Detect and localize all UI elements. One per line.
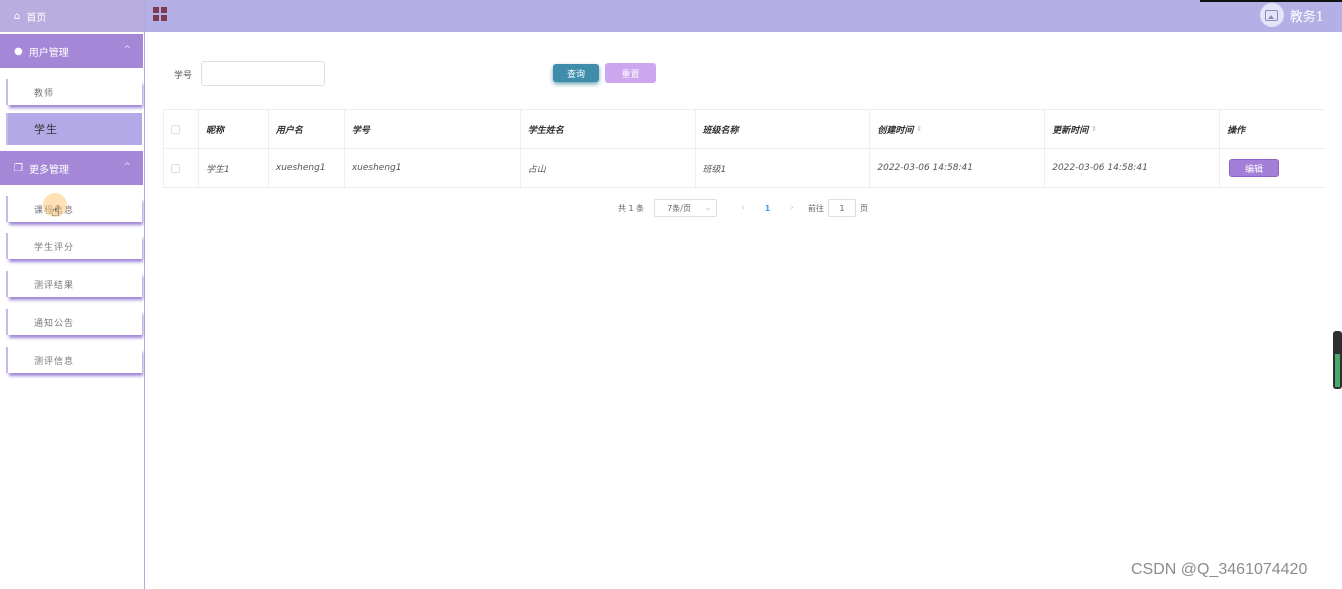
- sidebar-item-label: 学生: [34, 123, 58, 136]
- edit-button[interactable]: 编辑: [1229, 159, 1280, 177]
- sidebar-item-label: 教师: [34, 88, 55, 99]
- sidebar-item-eval-info[interactable]: 测评信息: [6, 347, 142, 373]
- sidebar-item-label: 通知公告: [34, 318, 75, 329]
- sidebar-group-more-management[interactable]: ❐ 更多管理 ^: [0, 151, 143, 185]
- sidebar-item-label: 测评结果: [34, 280, 75, 291]
- chevron-down-icon: ⌄: [704, 203, 712, 212]
- sidebar-group-label: 更多管理: [28, 164, 69, 176]
- page-unit-label: 页: [859, 203, 868, 213]
- student-no-input[interactable]: [201, 61, 325, 86]
- search-label: 学号: [174, 71, 193, 81]
- user-name: 教务1: [1289, 9, 1324, 25]
- column-header: 用户名: [269, 110, 345, 148]
- cell-class-name: 班级1: [696, 149, 871, 187]
- sidebar-item-notice[interactable]: 通知公告: [6, 309, 142, 335]
- query-button[interactable]: 查询: [553, 64, 599, 82]
- reset-button[interactable]: 重置: [605, 63, 656, 83]
- select-all-cell: [164, 110, 199, 148]
- top-header: 教务1: [145, 0, 1342, 32]
- prev-page-icon[interactable]: ‹: [741, 203, 745, 213]
- watermark: CSDN @Q_3461074420: [1131, 561, 1308, 578]
- sidebar-item-teacher[interactable]: 教师: [6, 79, 142, 105]
- sidebar-item-course-info[interactable]: 课程信息: [6, 196, 142, 222]
- avatar[interactable]: [1259, 3, 1284, 27]
- table-row: 学生1 xuesheng1 xuesheng1 占山 班级1 2022-03-0…: [164, 149, 1325, 188]
- page-number-current[interactable]: 1: [765, 204, 771, 213]
- student-table: 昵称 用户名 学号 学生姓名 班级名称 创建时间 ⇕ 更新时间 ⇕ 操作 学生1 x…: [163, 109, 1325, 188]
- home-icon: ⌂: [14, 10, 21, 22]
- sidebar-group-label: 用户管理: [28, 47, 69, 59]
- page-size-value: 7条/页: [667, 203, 691, 213]
- scroll-indicator[interactable]: [1333, 331, 1342, 389]
- cell-created-time: 2022-03-06 14:58:41: [870, 149, 1046, 187]
- column-header: 班级名称: [696, 110, 871, 148]
- chevron-up-icon: ^: [123, 162, 131, 172]
- select-all-checkbox[interactable]: [171, 124, 180, 134]
- cell-student-no: xuesheng1: [345, 149, 521, 187]
- column-header: 昵称: [199, 110, 269, 148]
- user-menu[interactable]: 教务1: [1259, 3, 1324, 27]
- cell-nickname: 学生1: [199, 149, 269, 187]
- goto-label: 前往: [807, 203, 824, 213]
- next-page-icon[interactable]: ›: [790, 203, 794, 213]
- sort-icon[interactable]: ⇕: [1091, 125, 1097, 133]
- column-header: 学号: [345, 110, 521, 148]
- cell-actions: 编辑: [1220, 149, 1325, 187]
- sidebar-item-label: 测评信息: [34, 356, 75, 367]
- sortable-column-header[interactable]: 更新时间 ⇕: [1045, 110, 1221, 148]
- column-header: 操作: [1227, 125, 1246, 136]
- row-select-cell: [164, 149, 199, 187]
- image-icon: [1265, 9, 1279, 21]
- goto-page-input[interactable]: 1: [827, 199, 856, 217]
- pagination: 共 1 条 7条/页 ⌄ ‹ 1 › 前往 1 页: [618, 199, 868, 217]
- sidebar-group-user-management[interactable]: ● 用户管理 ^: [0, 34, 143, 68]
- column-header: 学生姓名: [521, 110, 696, 148]
- chevron-up-icon: ^: [123, 45, 131, 55]
- sidebar-item-eval-result[interactable]: 测评结果: [6, 271, 142, 297]
- sortable-column-header[interactable]: 创建时间 ⇕: [870, 110, 1046, 148]
- row-checkbox[interactable]: [171, 163, 180, 173]
- scroll-indicator-fill: [1335, 354, 1340, 387]
- total-count: 共 1 条: [618, 203, 645, 213]
- goto-page-value: 1: [839, 203, 845, 213]
- sidebar: ⌂ 首页 ● 用户管理 ^ 教师 学生 ❐ 更多管理 ^ 课程信息 学生评分 测…: [0, 0, 145, 589]
- sidebar-item-label: 学生评分: [34, 242, 75, 253]
- table-header-row: 昵称 用户名 学号 学生姓名 班级名称 创建时间 ⇕ 更新时间 ⇕ 操作: [164, 110, 1325, 149]
- column-header-label: 更新时间: [1052, 125, 1089, 136]
- sidebar-item-student-rating[interactable]: 学生评分: [6, 233, 142, 259]
- cell-username: xuesheng1: [269, 149, 345, 187]
- cell-updated-time: 2022-03-06 14:58:41: [1045, 149, 1221, 187]
- sort-icon[interactable]: ⇕: [916, 125, 922, 133]
- sidebar-item-label: 首页: [26, 12, 47, 24]
- user-icon: ●: [14, 45, 23, 57]
- column-header-label: 创建时间: [877, 125, 914, 136]
- page-size-select[interactable]: 7条/页 ⌄: [654, 199, 718, 217]
- grid-menu-icon[interactable]: [153, 7, 167, 21]
- sidebar-item-home[interactable]: ⌂ 首页: [0, 0, 144, 32]
- sidebar-item-student[interactable]: 学生: [6, 113, 142, 145]
- divider: [1200, 0, 1342, 2]
- cell-student-name: 占山: [521, 149, 696, 187]
- pointer-hand-icon: ☝: [51, 202, 61, 220]
- copy-icon: ❐: [14, 162, 23, 174]
